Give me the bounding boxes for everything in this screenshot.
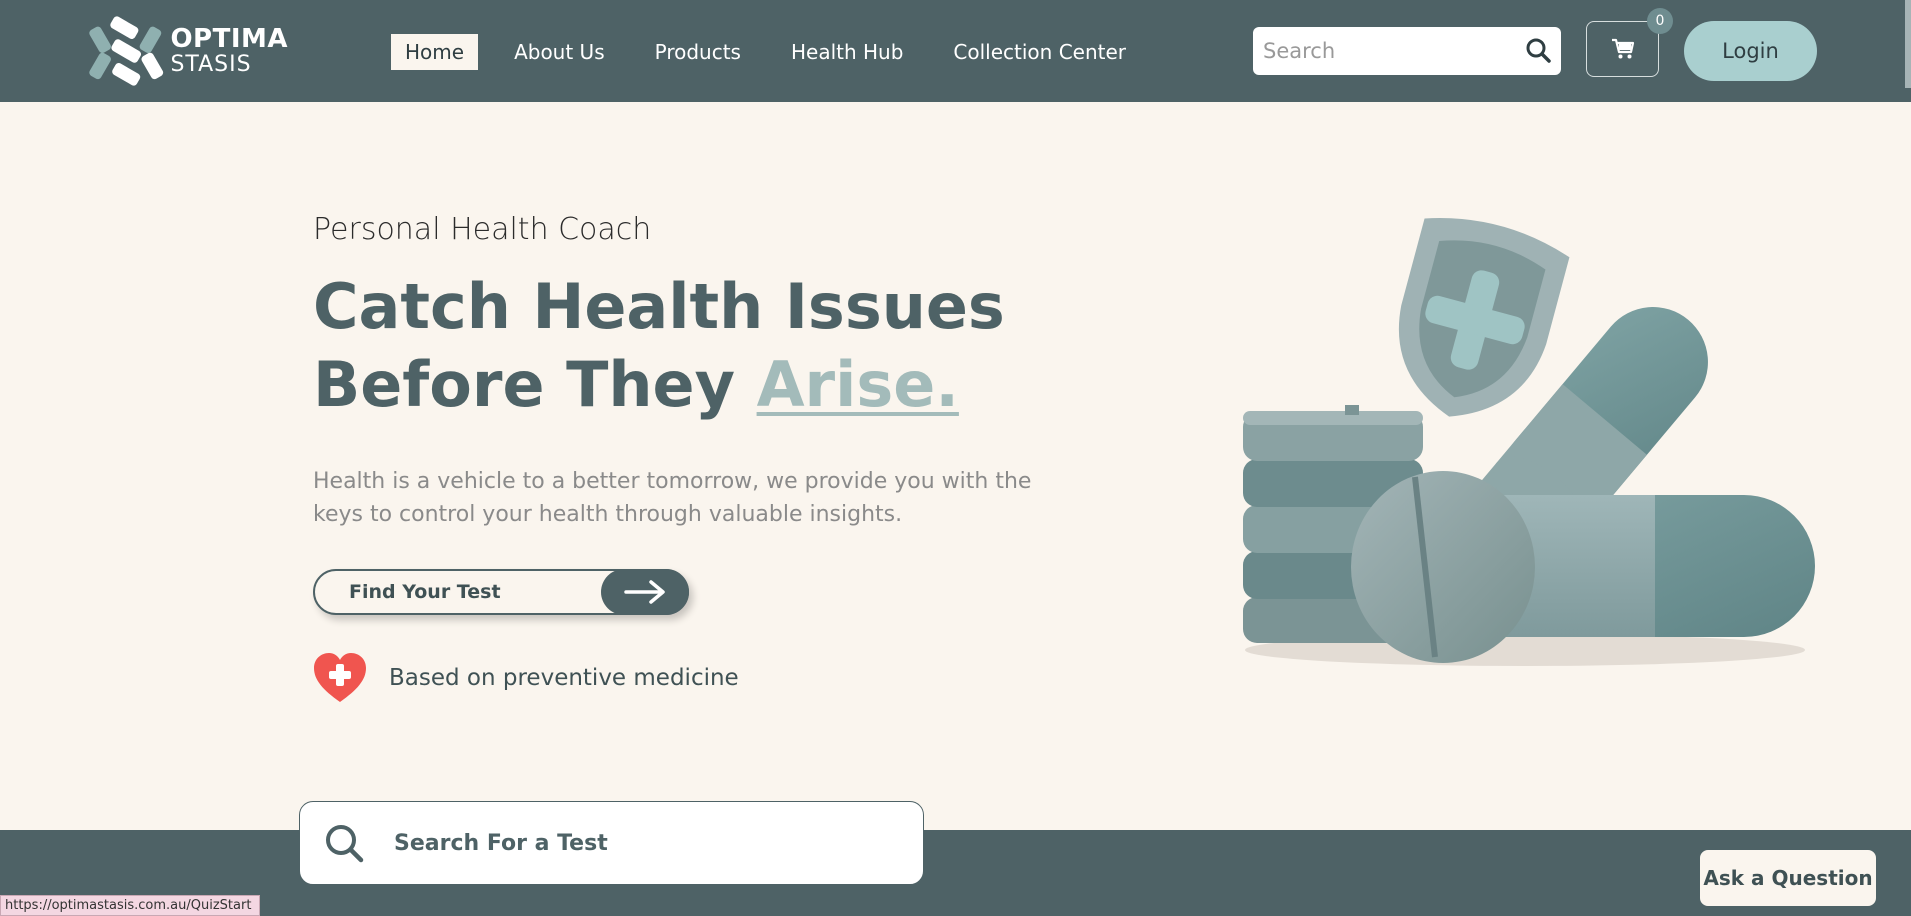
main-nav: Home About Us Products Health Hub Collec… [391,34,1162,70]
pills-illustration [1243,218,1815,666]
logo-line2: STASIS [170,52,252,77]
logo-line1: OPTIMA [170,24,288,54]
heart-plus-icon [314,653,366,702]
hero-eyebrow: Personal Health Coach [313,212,652,247]
login-button[interactable]: Login [1684,21,1817,81]
find-your-test-button[interactable]: Find Your Test [313,569,689,615]
find-your-test-label: Find Your Test [349,581,501,603]
test-search-box [299,801,924,885]
test-search-input[interactable] [394,830,894,856]
arrow-right-icon [601,569,689,615]
bottom-band [0,830,1911,916]
logo[interactable]: OPTIMA STASIS [88,6,288,96]
header-search [1253,27,1561,75]
headline-line1: Catch Health Issues [313,270,1005,343]
ask-a-question-button[interactable]: Ask a Question [1698,848,1878,908]
search-icon[interactable] [1525,37,1551,63]
status-bar-url: https://optimastasis.com.au/QuizStart [0,895,261,916]
page-scrollbar[interactable] [1905,0,1911,88]
nav-about-us[interactable]: About Us [500,34,619,70]
hero-lead: Health is a vehicle to a better tomorrow… [313,469,1032,527]
nav-products[interactable]: Products [641,34,755,70]
search-icon[interactable] [324,823,364,863]
nav-collection-center[interactable]: Collection Center [939,34,1140,70]
cart-count-badge: 0 [1647,8,1673,34]
hero-headline: Catch Health Issues Before They Arise. [313,268,1073,424]
headline-accent: Arise. [756,348,959,421]
logo-mark-icon [89,16,164,86]
headline-line2: Before They [313,348,757,421]
cart-button[interactable] [1586,21,1659,77]
preventive-badge-text: Based on preventive medicine [389,665,739,691]
preventive-badge: Based on preventive medicine [313,652,739,704]
nav-home[interactable]: Home [391,34,479,70]
cart-icon [1611,38,1634,59]
nav-health-hub[interactable]: Health Hub [777,34,917,70]
header-search-input[interactable] [1253,39,1503,63]
